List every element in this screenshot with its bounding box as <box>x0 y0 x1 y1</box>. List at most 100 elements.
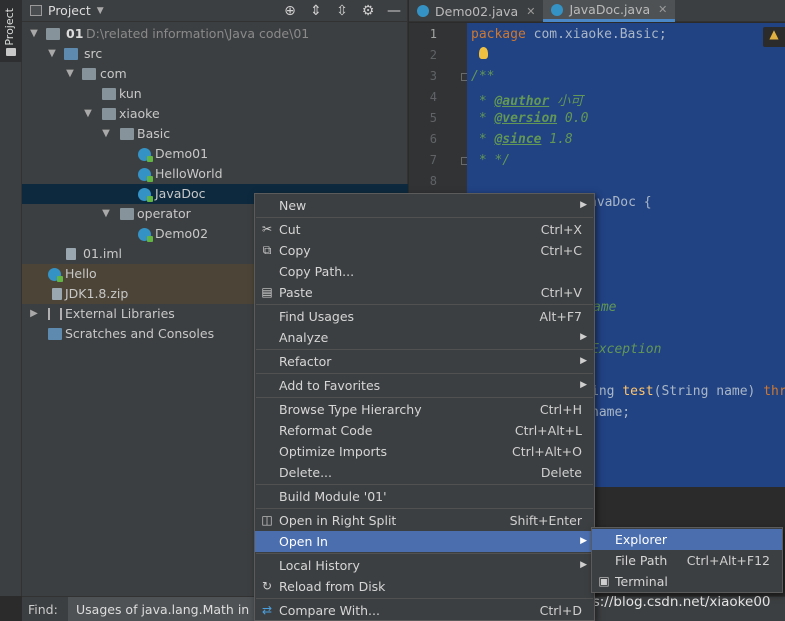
tree-item-label: JDK1.8.zip <box>65 286 129 301</box>
close-icon[interactable]: ✕ <box>658 3 667 16</box>
tab-demo02[interactable]: Demo02.java ✕ <box>409 0 543 22</box>
menu-item-cut[interactable]: ✂ Cut Ctrl+X <box>255 219 594 240</box>
chevron-right-icon: ▶ <box>580 332 587 342</box>
menu-separator <box>256 553 593 554</box>
split-icon: ◫ <box>261 513 273 527</box>
menu-item-compare-with[interactable]: ⇄ Compare With... Ctrl+D <box>255 600 594 621</box>
tree-item-label: kun <box>119 86 142 101</box>
collapse-all-icon[interactable]: ⇳ <box>329 3 355 19</box>
menu-item-open-in-right-split[interactable]: ◫ Open in Right Split Shift+Enter <box>255 510 594 531</box>
tree-item-label: External Libraries <box>65 306 175 321</box>
menu-item-reformat-code[interactable]: Reformat Code Ctrl+Alt+L <box>255 420 594 441</box>
menu-item-browse-type-hierarchy[interactable]: Browse Type Hierarchy Ctrl+H <box>255 399 594 420</box>
lightbulb-icon[interactable] <box>479 47 488 59</box>
project-icon <box>30 5 42 16</box>
menu-item-new[interactable]: New ▶ <box>255 195 594 216</box>
chevron-down-icon[interactable]: ▼ <box>46 44 58 64</box>
source-folder-icon <box>64 48 78 60</box>
menu-item-add-to-favorites[interactable]: Add to Favorites ▶ <box>255 375 594 396</box>
menu-item-build-module[interactable]: Build Module '01' <box>255 486 594 507</box>
menu-item-open-in[interactable]: Open In ▶ <box>255 531 594 552</box>
tree-item-kun[interactable]: kun <box>22 84 408 104</box>
chevron-right-icon: ▶ <box>580 356 587 366</box>
menu-separator <box>256 598 593 599</box>
menu-separator <box>256 304 593 305</box>
chevron-down-icon[interactable]: ▼ <box>100 124 112 144</box>
copy-icon: ⧉ <box>262 243 272 257</box>
library-icon <box>48 308 62 320</box>
java-class-icon <box>138 188 153 202</box>
code-fragment-method: ing test(String name) thr <box>591 384 785 399</box>
gear-icon[interactable]: ⚙ <box>355 3 381 19</box>
code-line-3: /** <box>471 69 495 84</box>
tree-item-label: 01.iml <box>83 246 123 261</box>
java-class-icon <box>551 3 564 16</box>
tree-item-path: D:\related information\Java code\01 <box>86 26 310 41</box>
tree-item-label: JavaDoc <box>155 186 206 201</box>
chevron-down-icon[interactable]: ▼ <box>82 104 94 124</box>
code-line-4: * @author 小可 <box>471 94 584 109</box>
code-line-5: * @version 0.0 <box>471 111 589 126</box>
tree-item-basic[interactable]: ▼ Basic <box>22 124 408 144</box>
line-number: 2 <box>429 48 437 62</box>
code-line-6: * @since 1.8 <box>471 132 573 147</box>
tree-item-demo01[interactable]: Demo01 <box>22 144 408 164</box>
menu-item-delete[interactable]: Delete... Delete <box>255 462 594 483</box>
java-class-icon <box>417 5 429 17</box>
archive-file-icon <box>52 288 62 300</box>
menu-separator <box>256 484 593 485</box>
line-number: 5 <box>429 111 437 125</box>
code-fragment-exception: Exception <box>591 342 662 357</box>
menu-item-copy-path[interactable]: Copy Path... <box>255 261 594 282</box>
menu-item-analyze[interactable]: Analyze ▶ <box>255 327 594 348</box>
menu-item-optimize-imports[interactable]: Optimize Imports Ctrl+Alt+O <box>255 441 594 462</box>
tree-item-label: Hello <box>65 266 97 281</box>
menu-separator <box>256 349 593 350</box>
tree-item-src[interactable]: ▼ src <box>22 44 408 64</box>
close-icon[interactable]: ✕ <box>526 5 535 18</box>
project-panel-title[interactable]: Project <box>48 3 91 18</box>
menu-item-paste[interactable]: ▤ Paste Ctrl+V <box>255 282 594 303</box>
java-class-icon <box>138 148 153 162</box>
minimize-icon[interactable]: — <box>381 3 407 19</box>
tab-label: JavaDoc.java <box>569 2 651 17</box>
submenu-item-terminal[interactable]: ▣ Terminal <box>592 571 782 592</box>
menu-item-find-usages[interactable]: Find Usages Alt+F7 <box>255 306 594 327</box>
open-in-submenu: Explorer File Path Ctrl+Alt+F12 ▣ Termina… <box>591 527 783 593</box>
code-fragment-class: avaDoc { <box>589 195 652 210</box>
find-usages-tab[interactable]: Usages of java.lang.Math in Pro <box>68 596 282 621</box>
chevron-down-icon[interactable]: ▼ <box>28 24 40 44</box>
chevron-right-icon[interactable]: ▶ <box>28 304 40 324</box>
chevron-down-icon[interactable]: ▼ <box>97 6 104 16</box>
package-icon <box>82 68 96 80</box>
tab-javadoc[interactable]: JavaDoc.java ✕ <box>543 0 676 22</box>
submenu-item-explorer[interactable]: Explorer <box>592 529 782 550</box>
line-number: 8 <box>429 174 437 188</box>
locate-icon[interactable]: ⊕ <box>277 3 303 19</box>
scratches-icon <box>48 328 62 340</box>
tree-item-helloworld[interactable]: HelloWorld <box>22 164 408 184</box>
tree-item-01[interactable]: ▼ 01 D:\related information\Java code\01 <box>22 24 408 44</box>
context-menu: New ▶ ✂ Cut Ctrl+X ⧉ Copy Ctrl+C Copy Path.… <box>254 193 595 621</box>
menu-item-refactor[interactable]: Refactor ▶ <box>255 351 594 372</box>
tree-item-com[interactable]: ▼ com <box>22 64 408 84</box>
scissors-icon: ✂ <box>261 222 273 236</box>
project-tool-tab[interactable]: Project <box>0 0 22 62</box>
warning-icon[interactable]: ▲ <box>763 27 785 47</box>
package-icon <box>102 108 116 120</box>
tree-item-label: HelloWorld <box>155 166 223 181</box>
line-number: 6 <box>429 132 437 146</box>
chevron-down-icon[interactable]: ▼ <box>64 64 76 84</box>
submenu-item-file-path[interactable]: File Path Ctrl+Alt+F12 <box>592 550 782 571</box>
expand-all-icon[interactable]: ⇕ <box>303 3 329 19</box>
compare-icon: ⇄ <box>261 603 273 617</box>
menu-item-reload-from-disk[interactable]: ↻ Reload from Disk <box>255 576 594 597</box>
tree-item-xiaoke[interactable]: ▼ xiaoke <box>22 104 408 124</box>
terminal-icon: ▣ <box>598 574 610 588</box>
code-fragment-name: ame <box>593 300 617 315</box>
menu-item-copy[interactable]: ⧉ Copy Ctrl+C <box>255 240 594 261</box>
line-number: 3 <box>429 69 437 83</box>
menu-item-local-history[interactable]: Local History ▶ <box>255 555 594 576</box>
chevron-down-icon[interactable]: ▼ <box>100 204 112 224</box>
folder-icon <box>6 48 16 56</box>
